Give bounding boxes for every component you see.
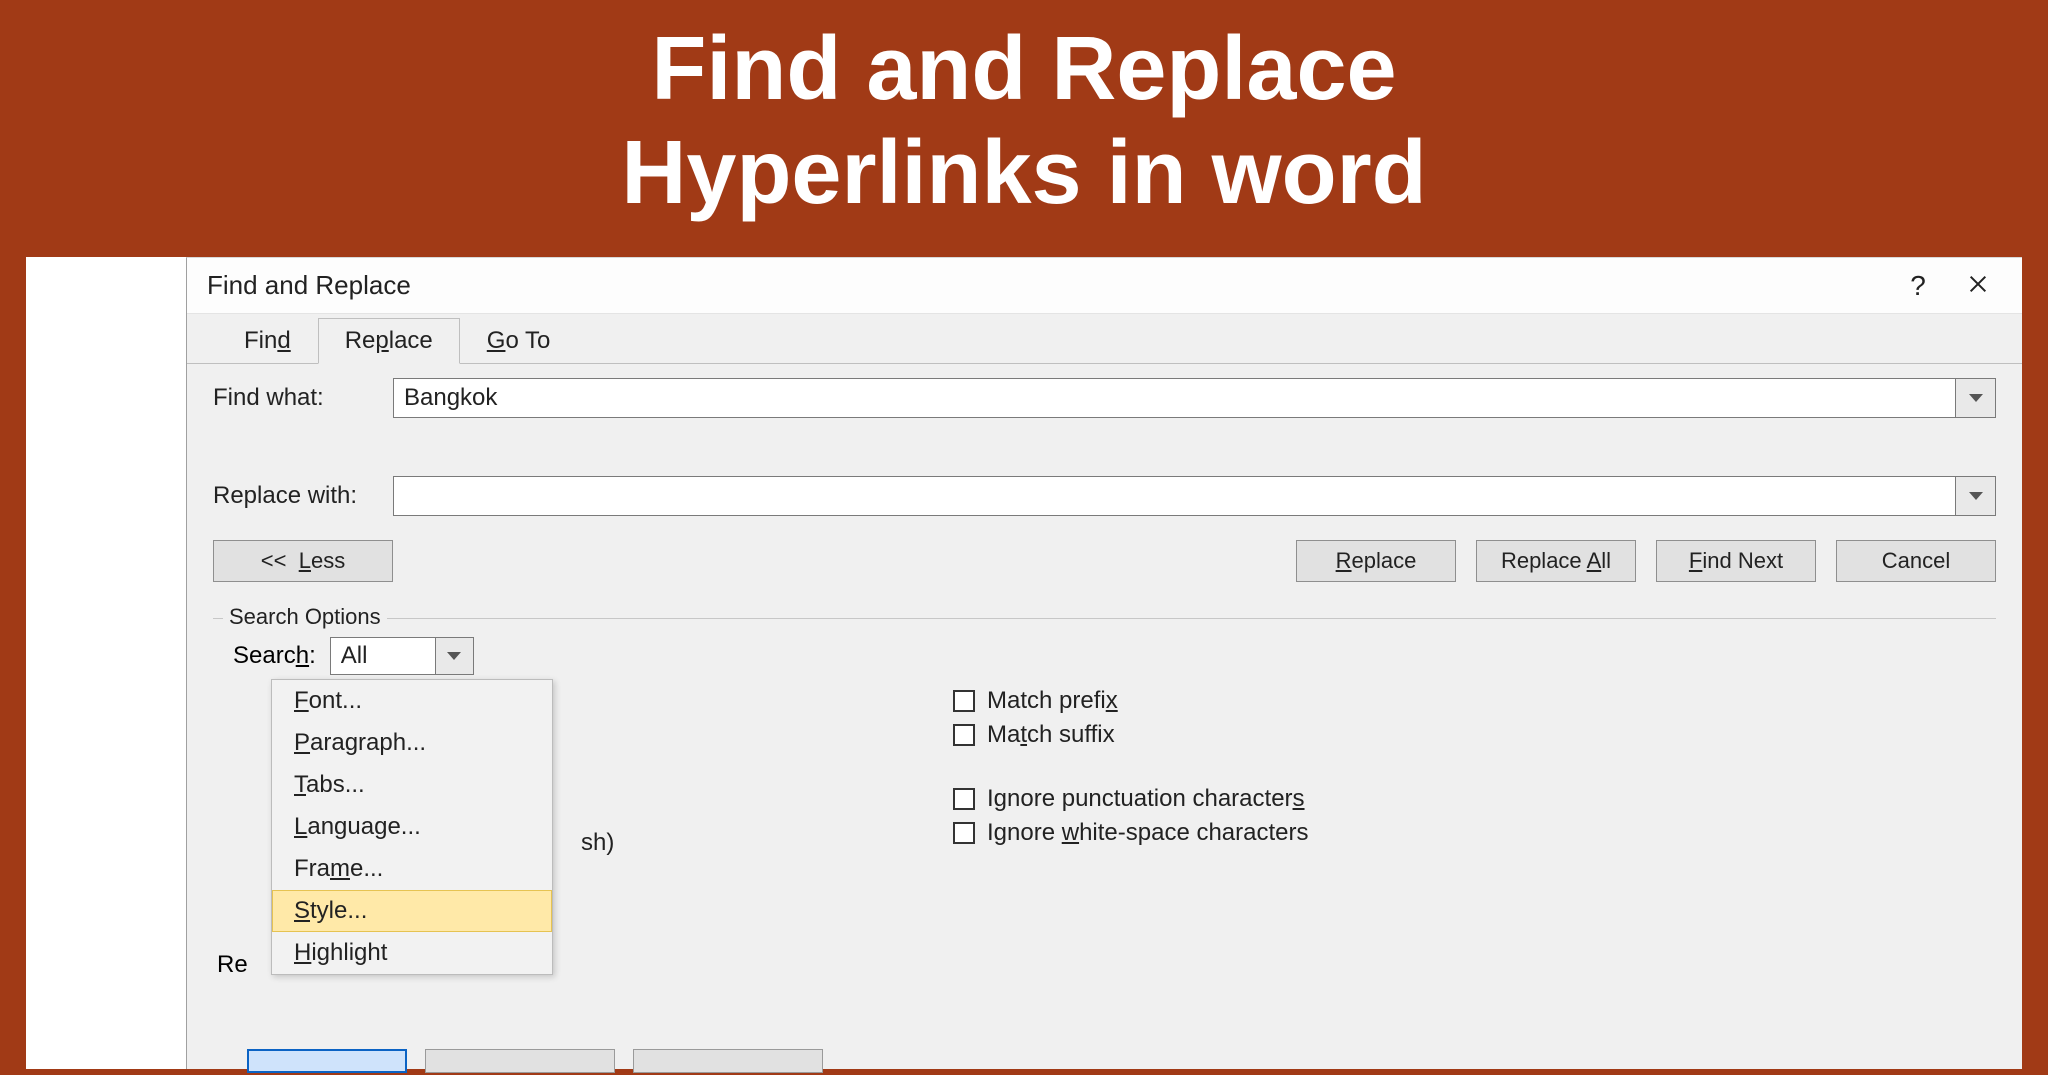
dialog-titlebar: Find and Replace ? bbox=[187, 258, 2022, 314]
find-what-label: Find what: bbox=[213, 384, 393, 412]
search-options-divider bbox=[213, 618, 1996, 619]
less-button[interactable]: << Less bbox=[213, 540, 393, 582]
page-heading: Find and Replace Hyperlinks in word bbox=[0, 0, 2048, 257]
format-menu-frame[interactable]: Frame... bbox=[272, 848, 552, 890]
replace-with-dropdown-button[interactable] bbox=[1956, 476, 1996, 516]
format-menu-tabs[interactable]: Tabs... bbox=[272, 764, 552, 806]
dialog-button-row: << Less Replace Replace All Find Next Ca… bbox=[213, 540, 1996, 582]
cancel-button[interactable]: Cancel bbox=[1836, 540, 1996, 582]
chevron-down-icon bbox=[1969, 394, 1983, 402]
tab-replace[interactable]: Replace bbox=[318, 318, 460, 364]
special-button-stub[interactable] bbox=[425, 1049, 615, 1073]
screenshot-frame: Find and Replace ? Find Replace Go To Fi… bbox=[26, 257, 2022, 1069]
partial-text-sh: sh) bbox=[581, 829, 614, 857]
dialog-title: Find and Replace bbox=[207, 270, 1888, 301]
checkbox-box-icon bbox=[953, 822, 975, 844]
checkbox-gap bbox=[953, 755, 1309, 779]
format-menu-language[interactable]: Language... bbox=[272, 806, 552, 848]
format-menu: Font... Paragraph... Tabs... Language...… bbox=[271, 679, 553, 975]
search-direction-label: Search: bbox=[233, 642, 316, 670]
bottom-button-stubs bbox=[247, 1049, 823, 1073]
find-what-combo bbox=[393, 378, 1996, 418]
format-button-stub[interactable] bbox=[247, 1049, 407, 1073]
close-icon bbox=[1967, 273, 1989, 295]
no-formatting-button-stub[interactable] bbox=[633, 1049, 823, 1073]
replace-section-label-partial: Re bbox=[217, 951, 248, 979]
format-menu-style[interactable]: Style... bbox=[272, 890, 552, 932]
checkbox-box-icon bbox=[953, 788, 975, 810]
replace-button[interactable]: Replace bbox=[1296, 540, 1456, 582]
checkbox-box-icon bbox=[953, 690, 975, 712]
search-direction-row: Search: bbox=[233, 637, 1996, 675]
format-menu-highlight[interactable]: Highlight bbox=[272, 932, 552, 974]
format-menu-font[interactable]: Font... bbox=[272, 680, 552, 722]
tab-find[interactable]: Find bbox=[217, 318, 318, 364]
find-what-input[interactable] bbox=[393, 378, 1956, 418]
replace-with-label: Replace with: bbox=[213, 482, 393, 510]
find-what-row: Find what: bbox=[213, 378, 1996, 418]
checkbox-box-icon bbox=[953, 724, 975, 746]
search-direction-combo bbox=[330, 637, 474, 675]
find-what-dropdown-button[interactable] bbox=[1956, 378, 1996, 418]
match-prefix-label: Match prefix bbox=[987, 687, 1118, 715]
ignore-whitespace-checkbox[interactable]: Ignore white-space characters bbox=[953, 819, 1309, 847]
match-prefix-checkbox[interactable]: Match prefix bbox=[953, 687, 1309, 715]
search-direction-dropdown-button[interactable] bbox=[436, 637, 474, 675]
search-options-label: Search Options bbox=[223, 604, 387, 630]
help-button[interactable]: ? bbox=[1888, 270, 1948, 302]
right-checkbox-column: Match prefix Match suffix Ignore punctua… bbox=[953, 685, 1309, 847]
dialog-body: Find what: Replace with: < bbox=[187, 364, 2022, 847]
replace-all-button[interactable]: Replace All bbox=[1476, 540, 1636, 582]
match-suffix-label: Match suffix bbox=[987, 721, 1115, 749]
format-menu-paragraph[interactable]: Paragraph... bbox=[272, 722, 552, 764]
page-heading-line1: Find and Replace bbox=[0, 20, 2048, 119]
replace-with-combo bbox=[393, 476, 1996, 516]
page-heading-line2: Hyperlinks in word bbox=[0, 119, 2048, 227]
ignore-punctuation-checkbox[interactable]: Ignore punctuation characters bbox=[953, 785, 1309, 813]
match-suffix-checkbox[interactable]: Match suffix bbox=[953, 721, 1309, 749]
find-next-button[interactable]: Find Next bbox=[1656, 540, 1816, 582]
search-direction-input[interactable] bbox=[330, 637, 436, 675]
chevron-down-icon bbox=[1969, 492, 1983, 500]
ignore-whitespace-label: Ignore white-space characters bbox=[987, 819, 1309, 847]
find-replace-dialog: Find and Replace ? Find Replace Go To Fi… bbox=[186, 257, 2022, 1069]
replace-with-input[interactable] bbox=[393, 476, 1956, 516]
chevron-down-icon bbox=[447, 652, 461, 660]
dialog-tabs: Find Replace Go To bbox=[187, 314, 2022, 364]
close-button[interactable] bbox=[1948, 270, 2008, 302]
ignore-punctuation-label: Ignore punctuation characters bbox=[987, 785, 1305, 813]
tab-goto[interactable]: Go To bbox=[460, 318, 578, 364]
options-area: Font... Paragraph... Tabs... Language...… bbox=[213, 685, 1996, 847]
replace-with-row: Replace with: bbox=[213, 476, 1996, 516]
